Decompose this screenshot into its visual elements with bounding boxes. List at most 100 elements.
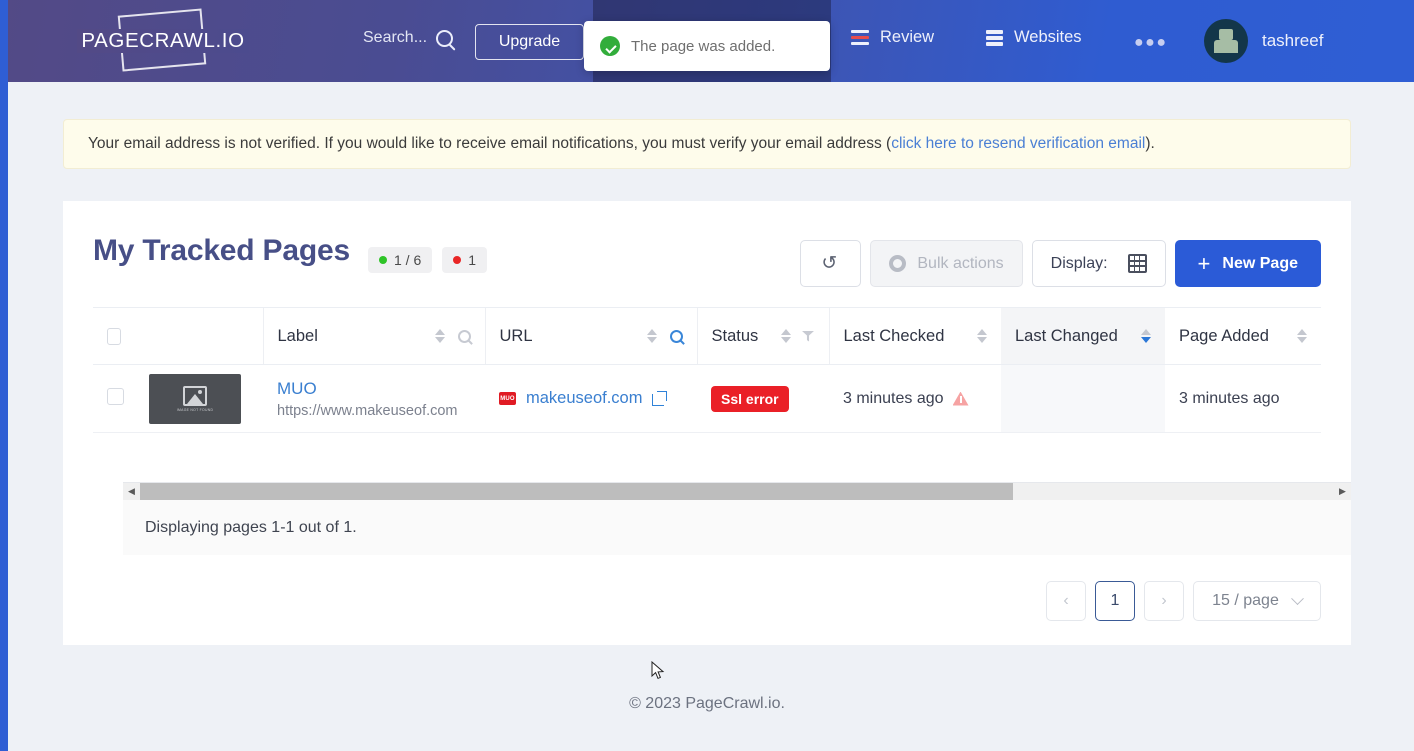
card-header: My Tracked Pages 1 / 6 1 ↺ Bulk actions … (63, 201, 1351, 307)
column-header-url[interactable]: URL (484, 307, 697, 365)
page-thumbnail-broken: IMAGE NOT FOUND (149, 373, 241, 424)
row-checkbox[interactable] (107, 387, 124, 405)
row-last-checked-cell: 3 minutes ago (829, 364, 1001, 433)
user-name-label: tashreef (1262, 31, 1324, 50)
row-label-url: https://www.makeuseof.com (277, 402, 458, 419)
display-button[interactable]: Display: (1031, 240, 1166, 287)
thumbnail-caption: IMAGE NOT FOUND (176, 407, 214, 412)
scrollbar-thumb[interactable] (140, 482, 1013, 501)
table-row[interactable]: IMAGE NOT FOUND MUO https://www.makeuseo… (93, 364, 1321, 433)
refresh-icon: ↺ (821, 253, 838, 274)
status-badge-error-label: 1 (468, 252, 477, 268)
column-page-added-text: Page Added (1179, 326, 1269, 345)
column-header-label[interactable]: Label (262, 307, 485, 365)
column-search-icon-url[interactable] (669, 329, 683, 343)
pages-summary-text: Displaying pages 1-1 out of 1. (145, 518, 357, 536)
scrollbar-track[interactable] (140, 482, 1334, 501)
search-icon[interactable] (436, 29, 454, 47)
warning-triangle-icon (952, 391, 969, 406)
row-last-changed-cell (1001, 364, 1165, 433)
sort-toggle-last-checked[interactable] (977, 329, 987, 343)
table-header-row: Label URL Status Last Checked Last Chang… (93, 307, 1321, 365)
search-field[interactable]: Search... (363, 29, 454, 47)
scroll-left-arrow[interactable]: ◀ (123, 483, 140, 501)
select-all-header (93, 307, 135, 365)
column-header-status[interactable]: Status (696, 307, 829, 365)
table-summary-bar: Displaying pages 1-1 out of 1. (123, 500, 1351, 555)
page-title: My Tracked Pages (93, 234, 350, 267)
notice-text-after: ). (1145, 135, 1155, 152)
grid-view-icon[interactable] (1127, 254, 1147, 273)
bulk-actions-button[interactable]: Bulk actions (870, 240, 1023, 287)
user-menu[interactable]: tashreef (1204, 19, 1323, 63)
refresh-button[interactable]: ↺ (800, 240, 862, 287)
top-navigation-bar: PAGECRAWL.IO Search... Upgrade The page … (0, 0, 1414, 82)
list-review-icon (851, 30, 869, 45)
new-page-label: New Page (1222, 254, 1298, 272)
row-status-cell: Ssl error (697, 364, 829, 433)
external-link-icon[interactable] (652, 391, 668, 406)
row-label-link[interactable]: MUO (277, 378, 471, 399)
sort-toggle-status[interactable] (780, 329, 791, 343)
green-dot-icon (379, 256, 387, 264)
column-last-checked-text: Last Checked (843, 326, 945, 345)
chevron-down-icon (1290, 591, 1304, 605)
column-search-icon-label[interactable] (457, 329, 471, 343)
select-all-checkbox[interactable] (107, 327, 121, 345)
column-status-text: Status (711, 326, 759, 345)
nav-item-review[interactable]: Review (851, 28, 934, 47)
status-badge-error: 1 (442, 247, 488, 273)
thumbnail-header (135, 307, 263, 365)
column-header-page-added[interactable]: Page Added (1165, 307, 1321, 365)
avatar (1204, 19, 1248, 63)
column-last-changed-text: Last Changed (1015, 326, 1118, 345)
tracked-pages-card: My Tracked Pages 1 / 6 1 ↺ Bulk actions … (63, 201, 1351, 645)
sort-toggle-label[interactable] (434, 329, 445, 343)
pagination: ‹ 1 › 15 / page (1046, 581, 1321, 621)
column-header-last-checked[interactable]: Last Checked (828, 307, 1001, 365)
row-url-link[interactable]: makeuseof.com (526, 389, 642, 408)
row-thumbnail-cell: IMAGE NOT FOUND (135, 364, 263, 433)
sort-toggle-last-changed[interactable] (1141, 329, 1151, 343)
red-dot-icon (453, 256, 462, 264)
pagination-next-button[interactable]: › (1144, 581, 1184, 621)
page-size-label: 15 / page (1212, 592, 1279, 609)
row-label-cell: MUO https://www.makeuseof.com (263, 364, 485, 433)
resend-verification-link[interactable]: click here to resend verification email (891, 135, 1145, 153)
display-label: Display: (1050, 254, 1108, 272)
status-badge-ok: 1 / 6 (368, 247, 433, 273)
row-page-added-cell: 3 minutes ago (1165, 364, 1321, 433)
status-badges: 1 / 6 1 (368, 247, 488, 273)
page-size-select[interactable]: 15 / page (1193, 581, 1321, 621)
app-logo[interactable]: PAGECRAWL.IO (77, 8, 249, 74)
row-url-cell: MUO makeuseof.com (485, 364, 697, 433)
status-badge-ok-label: 1 / 6 (394, 252, 422, 268)
sort-toggle-url[interactable] (646, 329, 657, 343)
logo-text: PAGECRAWL.IO (77, 29, 249, 53)
sort-toggle-page-added[interactable] (1297, 329, 1307, 343)
new-page-button[interactable]: + New Page (1174, 240, 1321, 287)
broken-image-icon (183, 385, 207, 406)
nav-item-websites[interactable]: Websites (986, 28, 1082, 47)
column-header-last-changed[interactable]: Last Changed (1001, 307, 1165, 365)
notice-text-before: Your email address is not verified. If y… (88, 135, 892, 152)
horizontal-scrollbar[interactable]: ◀ ▶ (123, 482, 1351, 501)
row-last-checked-value: 3 minutes ago (843, 389, 944, 407)
bulk-actions-label: Bulk actions (917, 254, 1004, 272)
plus-icon: + (1197, 250, 1211, 276)
filter-funnel-icon[interactable] (801, 330, 815, 342)
pages-table-wrapper: Label URL Status Last Checked Last Chang… (93, 307, 1351, 555)
nav-more-menu[interactable]: ●●● (1134, 34, 1168, 52)
site-favicon: MUO (499, 392, 516, 405)
gear-icon (889, 255, 907, 272)
pagination-page-1[interactable]: 1 (1095, 581, 1135, 621)
upgrade-button[interactable]: Upgrade (475, 24, 584, 60)
check-circle-icon (600, 36, 620, 56)
tracked-pages-table: Label URL Status Last Checked Last Chang… (93, 307, 1321, 433)
nav-label-review: Review (880, 28, 935, 46)
nav-label-websites: Websites (1014, 28, 1082, 46)
toast-message: The page was added. (631, 37, 776, 55)
pagination-prev-button[interactable]: ‹ (1046, 581, 1086, 621)
column-url-text: URL (499, 326, 533, 345)
scroll-right-arrow[interactable]: ▶ (1334, 483, 1351, 501)
